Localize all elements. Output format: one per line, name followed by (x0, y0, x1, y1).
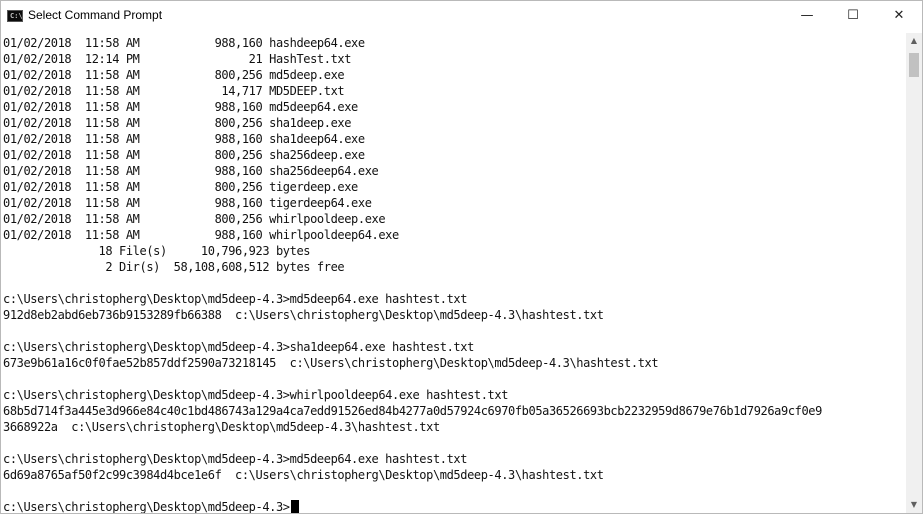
app-icon-glyph: C:\ (10, 12, 23, 20)
console-output[interactable]: 01/02/2018 11:58 AM 988,160 hashdeep64.e… (1, 33, 907, 513)
console-line: 68b5d714f3a445e3d966e84c40c1bd486743a129… (3, 404, 822, 418)
scroll-up-arrow-icon[interactable]: ▲ (906, 33, 922, 49)
console-line: 2 Dir(s) 58,108,608,512 bytes free (3, 260, 345, 274)
text-cursor (290, 500, 299, 513)
window-title: Select Command Prompt (28, 8, 163, 22)
close-button[interactable]: ✕ (876, 1, 922, 31)
console-line: 01/02/2018 11:58 AM 800,256 sha256deep.e… (3, 148, 365, 162)
scroll-down-arrow-icon[interactable]: ▼ (906, 497, 922, 513)
console-line: 01/02/2018 11:58 AM 988,160 sha256deep64… (3, 164, 379, 178)
console-line: 6d69a8765af50f2c99c3984d4bce1e6f c:\User… (3, 468, 604, 482)
console-line: 01/02/2018 11:58 AM 14,717 MD5DEEP.txt (3, 84, 345, 98)
console-line: c:\Users\christopherg\Desktop\md5deep-4.… (3, 340, 474, 354)
console-line: c:\Users\christopherg\Desktop\md5deep-4.… (3, 388, 509, 402)
console-line: 01/02/2018 11:58 AM 988,160 hashdeep64.e… (3, 36, 365, 50)
console-line: 673e9b61a16c0f0fae52b857ddf2590a73218145… (3, 356, 659, 370)
console-line: 3668922a c:\Users\christopherg\Desktop\m… (3, 420, 440, 434)
maximize-button[interactable]: ☐ (830, 1, 876, 31)
console-line: 01/02/2018 11:58 AM 988,160 whirlpooldee… (3, 228, 399, 242)
console-line: 01/02/2018 11:58 AM 988,160 sha1deep64.e… (3, 132, 365, 146)
title-bar[interactable]: C:\ Select Command Prompt — ☐ ✕ (1, 1, 922, 31)
console-line: 01/02/2018 11:58 AM 800,256 tigerdeep.ex… (3, 180, 358, 194)
console-line: c:\Users\christopherg\Desktop\md5deep-4.… (3, 292, 468, 306)
console-line: 01/02/2018 11:58 AM 800,256 whirlpooldee… (3, 212, 386, 226)
minimize-button[interactable]: — (784, 1, 830, 31)
command-prompt-line[interactable]: c:\Users\christopherg\Desktop\md5deep-4.… (3, 499, 299, 513)
prompt-text: c:\Users\christopherg\Desktop\md5deep-4.… (3, 500, 290, 513)
console-line: 912d8eb2abd6eb736b9153289fb66388 c:\User… (3, 308, 604, 322)
command-prompt-icon[interactable]: C:\ (7, 10, 23, 22)
console-line: 01/02/2018 11:58 AM 988,160 tigerdeep64.… (3, 196, 372, 210)
console-line: 01/02/2018 11:58 AM 800,256 sha1deep.exe (3, 116, 352, 130)
console-line: 18 File(s) 10,796,923 bytes (3, 244, 311, 258)
vertical-scrollbar[interactable]: ▲ ▼ (906, 33, 922, 513)
console-line: c:\Users\christopherg\Desktop\md5deep-4.… (3, 452, 468, 466)
scrollbar-thumb[interactable] (909, 53, 919, 77)
command-prompt-window: C:\ Select Command Prompt — ☐ ✕ 01/02/20… (0, 0, 923, 514)
console-line: 01/02/2018 12:14 PM 21 HashTest.txt (3, 52, 352, 66)
console-line: 01/02/2018 11:58 AM 800,256 md5deep.exe (3, 68, 345, 82)
console-line: 01/02/2018 11:58 AM 988,160 md5deep64.ex… (3, 100, 358, 114)
